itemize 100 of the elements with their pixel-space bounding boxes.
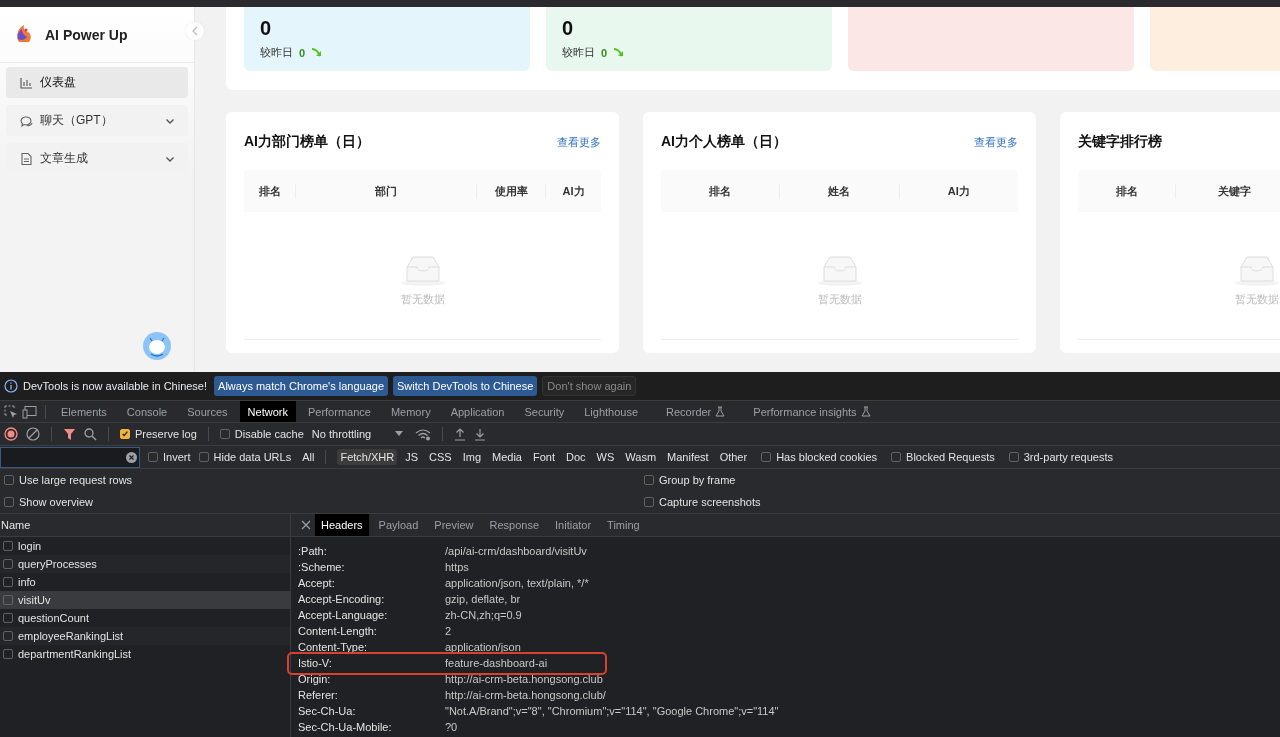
trend-down-icon <box>311 46 324 59</box>
detail-tab[interactable]: Timing <box>601 514 646 536</box>
checkbox-label[interactable]: Capture screenshots <box>659 496 761 508</box>
checkbox-label[interactable]: Show overview <box>19 496 93 508</box>
type-filter-button[interactable]: Fetch/XHR <box>337 449 398 465</box>
checkbox[interactable] <box>644 475 654 485</box>
change-value: 0 <box>601 46 608 59</box>
request-row[interactable]: employeeRankingList <box>0 627 290 645</box>
panel-tab[interactable]: Network <box>239 401 296 422</box>
column-header: 排名 <box>257 183 282 199</box>
bot-avatar-icon[interactable] <box>143 332 171 360</box>
download-icon[interactable] <box>474 427 487 441</box>
checkbox-label[interactable]: Blocked Requests <box>906 451 995 463</box>
compare-label: 较昨日 <box>260 45 293 60</box>
type-filter-button[interactable]: Manifest <box>664 449 712 465</box>
clear-field-icon[interactable] <box>126 451 137 463</box>
header-name: Accept: <box>298 577 336 589</box>
checkbox[interactable] <box>4 475 14 485</box>
device-toggle-icon[interactable] <box>22 404 38 419</box>
header-value: application/json <box>445 641 521 653</box>
panel-tab[interactable]: Lighthouse <box>576 401 647 422</box>
view-more-link[interactable]: 查看更多 <box>974 134 1018 150</box>
header-value: application/json, text/plain, */* <box>445 577 589 589</box>
column-header: 关键字 <box>1175 183 1280 199</box>
checkbox[interactable] <box>198 452 209 462</box>
checkbox-label[interactable]: Disable cache <box>234 428 304 440</box>
banner-button[interactable]: Switch DevTools to Chinese <box>393 376 538 396</box>
app-title: AI Power Up <box>45 26 128 43</box>
checkbox[interactable] <box>891 452 902 462</box>
inspect-icon[interactable] <box>4 404 18 419</box>
banner-button[interactable]: Always match Chrome's language <box>214 376 388 396</box>
banner-message: DevTools is now available in Chinese! <box>23 380 208 392</box>
panel-tab[interactable]: Elements <box>53 401 115 422</box>
search-icon[interactable] <box>84 427 97 441</box>
dropdown-caret-icon <box>395 431 404 437</box>
empty-state-text: 暂无数据 <box>1234 291 1279 307</box>
panel-tab[interactable]: Performance insights <box>745 401 879 422</box>
column-header: 部门 <box>295 183 476 199</box>
upload-icon[interactable] <box>454 427 467 441</box>
checkbox-label[interactable]: Use large request rows <box>19 474 133 486</box>
checkbox-label[interactable]: Invert <box>163 451 191 463</box>
header-name: Sec-Ch-Ua-Mobile: <box>298 721 393 733</box>
panel-tab[interactable]: Console <box>118 401 176 422</box>
panel-tab[interactable]: Recorder <box>658 401 734 422</box>
checkbox[interactable] <box>4 497 14 507</box>
filter-field[interactable] <box>0 446 140 468</box>
menu-item[interactable]: 仪表盘 <box>6 67 188 98</box>
panel-title: AI力个人榜单（日） <box>661 133 787 151</box>
clear-icon[interactable] <box>26 427 40 441</box>
detail-tab[interactable]: Headers <box>315 514 369 536</box>
header-name: Sec-Ch-Ua: <box>298 705 357 717</box>
checkbox[interactable] <box>219 429 230 439</box>
info-icon <box>4 379 18 393</box>
checkbox-label[interactable]: Preserve log <box>135 428 197 440</box>
checkbox-label[interactable]: Group by frame <box>659 474 736 486</box>
bar-chart-icon <box>19 75 33 90</box>
type-filter-button[interactable]: All <box>299 449 318 465</box>
view-more-link[interactable]: 查看更多 <box>557 134 601 150</box>
detail-tab[interactable]: Response <box>483 514 545 536</box>
panel-title: AI力部门榜单（日） <box>244 133 370 151</box>
type-filter-button[interactable]: Doc <box>563 449 589 465</box>
type-filter-button[interactable]: Font <box>530 449 558 465</box>
type-filter-button[interactable]: CSS <box>426 449 455 465</box>
type-filter-button[interactable]: Media <box>489 449 525 465</box>
detail-tab[interactable]: Preview <box>428 514 480 536</box>
column-header: 排名 <box>1114 183 1139 199</box>
detail-tab[interactable]: Initiator <box>549 514 598 536</box>
detail-tab[interactable]: Payload <box>372 514 425 536</box>
checkbox[interactable] <box>1008 452 1019 462</box>
close-icon[interactable] <box>301 520 311 530</box>
request-row[interactable]: queryProcesses <box>0 555 290 573</box>
network-conditions-icon[interactable] <box>415 427 432 441</box>
type-filter-button[interactable]: Other <box>716 449 751 465</box>
panel-title: 关键字排行榜 <box>1078 133 1162 151</box>
checkbox-label[interactable]: Hide data URLs <box>213 451 292 463</box>
checkbox[interactable] <box>120 429 130 439</box>
checkbox[interactable] <box>644 497 654 507</box>
filter-icon[interactable] <box>63 427 76 441</box>
menu-item[interactable]: 聊天（GPT） <box>6 105 188 136</box>
panel-tab[interactable]: Sources <box>179 401 236 422</box>
type-filter-button[interactable]: JS <box>402 449 422 465</box>
panel-tab[interactable]: Application <box>442 401 513 422</box>
chat-bubble-icon <box>19 113 33 128</box>
header-name: Accept-Encoding: <box>298 593 386 605</box>
change-value: 0 <box>299 46 306 59</box>
type-filter-button[interactable]: Img <box>459 449 484 465</box>
panel-tab[interactable]: Memory <box>382 401 439 422</box>
checkbox-label[interactable]: Has blocked cookies <box>776 451 878 463</box>
checkbox-label[interactable]: 3rd-party requests <box>1023 451 1113 463</box>
throttling-dropdown[interactable]: No throttling <box>311 428 404 440</box>
type-filter-button[interactable]: WS <box>593 449 618 465</box>
document-icon <box>19 151 33 166</box>
request-row[interactable]: visitUv <box>0 591 290 609</box>
checkbox[interactable] <box>148 452 158 462</box>
record-stop-icon[interactable] <box>4 427 18 441</box>
type-filter-button[interactable]: Wasm <box>622 449 660 465</box>
panel-tab[interactable]: Security <box>516 401 573 422</box>
checkbox[interactable] <box>761 452 772 462</box>
panel-tab[interactable]: Performance <box>299 401 379 422</box>
banner-button[interactable]: Don't show again <box>542 376 637 396</box>
